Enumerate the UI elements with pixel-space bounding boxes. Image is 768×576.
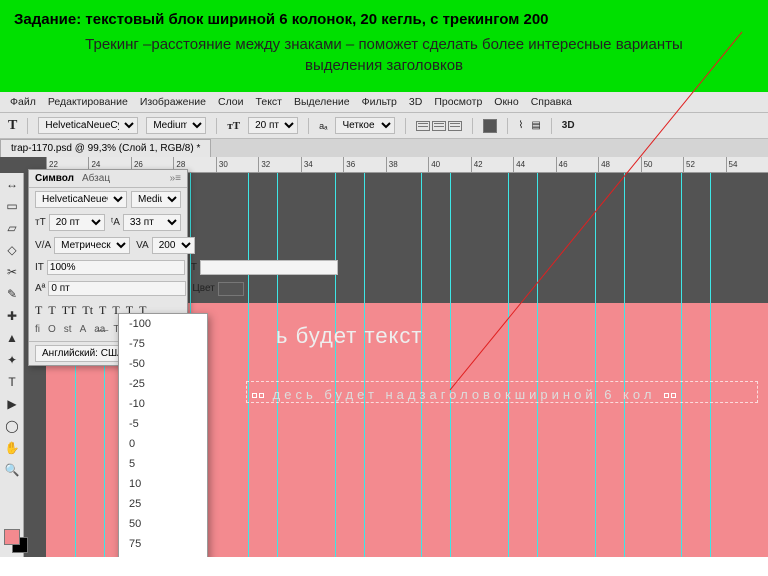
size-icon: тT <box>227 120 240 132</box>
panel-font-weight[interactable]: Medium <box>131 191 181 208</box>
photoshop-window: Файл Редактирование Изображение Слои Тек… <box>0 92 768 548</box>
toolbox: ↔▭▱◇✂✎✚▲✦T▶◯✋🔍 <box>0 173 24 557</box>
menu-layer[interactable]: Слои <box>218 96 244 108</box>
type-style-btn[interactable]: T <box>48 303 55 318</box>
tracking-option[interactable]: 25 <box>119 494 207 514</box>
caption-text: Трекинг –расстояние между знаками – помо… <box>62 34 706 76</box>
tracking-option[interactable]: -5 <box>119 414 207 434</box>
tool-4[interactable]: ✂ <box>0 261 24 283</box>
color-label: Цвет <box>192 283 214 294</box>
baseline-icon: Aª <box>35 283 45 294</box>
opentype-btn[interactable]: a̶a̶ <box>94 324 105 335</box>
menu-file[interactable]: Файл <box>10 96 36 108</box>
tool-8[interactable]: ✦ <box>0 349 24 371</box>
tracking-option[interactable]: 10 <box>119 474 207 494</box>
opentype-btn[interactable]: O <box>48 324 56 335</box>
hscale-icon: T <box>191 262 197 273</box>
tab-character[interactable]: Символ <box>35 173 74 184</box>
leading-icon: ᵗA <box>111 217 120 228</box>
tracking-option[interactable]: 100 <box>119 554 207 557</box>
panel-kerning[interactable]: Метрическ <box>54 237 130 254</box>
tracking-option[interactable]: 50 <box>119 514 207 534</box>
tab-paragraph[interactable]: Абзац <box>82 173 110 184</box>
text-color-swatch[interactable] <box>483 119 497 133</box>
text-align-group[interactable] <box>416 121 462 131</box>
kerning-icon: V/A <box>35 240 51 251</box>
panel-font-family[interactable]: HelveticaNeueCyr <box>35 191 127 208</box>
tracking-option[interactable]: -100 <box>119 314 207 334</box>
menu-help[interactable]: Справка <box>531 96 572 108</box>
menu-image[interactable]: Изображение <box>140 96 206 108</box>
warp-text-icon[interactable]: ⌇ <box>518 120 523 131</box>
tool-6[interactable]: ✚ <box>0 305 24 327</box>
size-icon: тT <box>35 217 46 228</box>
tool-1[interactable]: ▭ <box>0 195 24 217</box>
tool-9[interactable]: T <box>0 371 24 393</box>
tracking-option[interactable]: 5 <box>119 454 207 474</box>
tracking-option[interactable]: -50 <box>119 354 207 374</box>
document-tabs: trap-1170.psd @ 99,3% (Слой 1, RGB/8) * <box>0 139 768 157</box>
menubar: Файл Редактирование Изображение Слои Тек… <box>0 92 768 113</box>
panel-leading[interactable]: 33 пт <box>123 214 181 231</box>
color-swatches[interactable] <box>0 525 23 557</box>
tracking-option[interactable]: -75 <box>119 334 207 354</box>
options-bar: T HelveticaNeueCyr Medium тT 20 пт aₐ Че… <box>0 113 768 139</box>
panel-vscale[interactable] <box>47 260 185 275</box>
type-style-btn[interactable]: TT <box>62 303 77 318</box>
opentype-btn[interactable]: st <box>64 324 72 335</box>
panel-tracking[interactable]: 200 <box>152 237 195 254</box>
panel-hscale[interactable] <box>200 260 338 275</box>
menu-window[interactable]: Окно <box>494 96 518 108</box>
sample-text-large[interactable]: ь будет текст <box>276 323 423 349</box>
tracking-option[interactable]: -10 <box>119 394 207 414</box>
font-size-select[interactable]: 20 пт <box>248 117 298 134</box>
tool-13[interactable]: 🔍 <box>0 459 24 481</box>
tool-10[interactable]: ▶ <box>0 393 24 415</box>
task-banner: Задание: текстовый блок шириной 6 колоно… <box>0 0 768 92</box>
char-panel-toggle-icon[interactable]: ▤ <box>531 120 540 131</box>
canvas-area: 2224262830323436384042444648505254 ↔▭▱◇✂… <box>0 157 768 557</box>
3d-button[interactable]: 3D <box>562 120 575 131</box>
menu-type[interactable]: Текст <box>256 96 282 108</box>
type-style-btn[interactable]: T <box>35 303 42 318</box>
type-style-btn[interactable]: Tt <box>82 303 93 318</box>
sample-text-tracked[interactable]: десь будет надзаголовокшириной 6 кол <box>251 387 677 402</box>
type-tool-icon: T <box>8 118 17 134</box>
tracking-option[interactable]: 0 <box>119 434 207 454</box>
menu-select[interactable]: Выделение <box>294 96 350 108</box>
tool-3[interactable]: ◇ <box>0 239 24 261</box>
tool-7[interactable]: ▲ <box>0 327 24 349</box>
tracked-text-content: десь будет надзаголовокшириной 6 кол <box>273 387 656 402</box>
opentype-btn[interactable]: A <box>80 324 87 335</box>
panel-baseline[interactable] <box>48 281 186 296</box>
antialias-select[interactable]: Четкое <box>335 117 395 134</box>
tracking-icon: VA <box>136 240 149 251</box>
tool-12[interactable]: ✋ <box>0 437 24 459</box>
doc-tab-active[interactable]: trap-1170.psd @ 99,3% (Слой 1, RGB/8) * <box>0 139 211 157</box>
panel-color-swatch[interactable] <box>218 282 244 296</box>
menu-edit[interactable]: Редактирование <box>48 96 128 108</box>
tracking-option[interactable]: 75 <box>119 534 207 554</box>
vscale-icon: IT <box>35 262 44 273</box>
panel-size[interactable]: 20 пт <box>49 214 105 231</box>
foreground-swatch[interactable] <box>4 529 20 545</box>
task-text: Задание: текстовый блок шириной 6 колоно… <box>14 10 754 30</box>
menu-view[interactable]: Просмотр <box>434 96 482 108</box>
aa-label: aₐ <box>319 121 327 131</box>
tool-2[interactable]: ▱ <box>0 217 24 239</box>
opentype-btn[interactable]: fi <box>35 324 40 335</box>
type-style-btn[interactable]: T <box>99 303 106 318</box>
tracking-option[interactable]: -25 <box>119 374 207 394</box>
menu-filter[interactable]: Фильтр <box>362 96 397 108</box>
tool-11[interactable]: ◯ <box>0 415 24 437</box>
tool-5[interactable]: ✎ <box>0 283 24 305</box>
menu-3d[interactable]: 3D <box>409 96 422 108</box>
font-family-select[interactable]: HelveticaNeueCyr <box>38 117 138 134</box>
panel-menu-icon[interactable]: »≡ <box>170 173 181 184</box>
tool-0[interactable]: ↔ <box>0 173 24 195</box>
tracking-dropdown[interactable]: -100-75-50-25-10-50510255075100200 <box>118 313 208 557</box>
font-weight-select[interactable]: Medium <box>146 117 206 134</box>
